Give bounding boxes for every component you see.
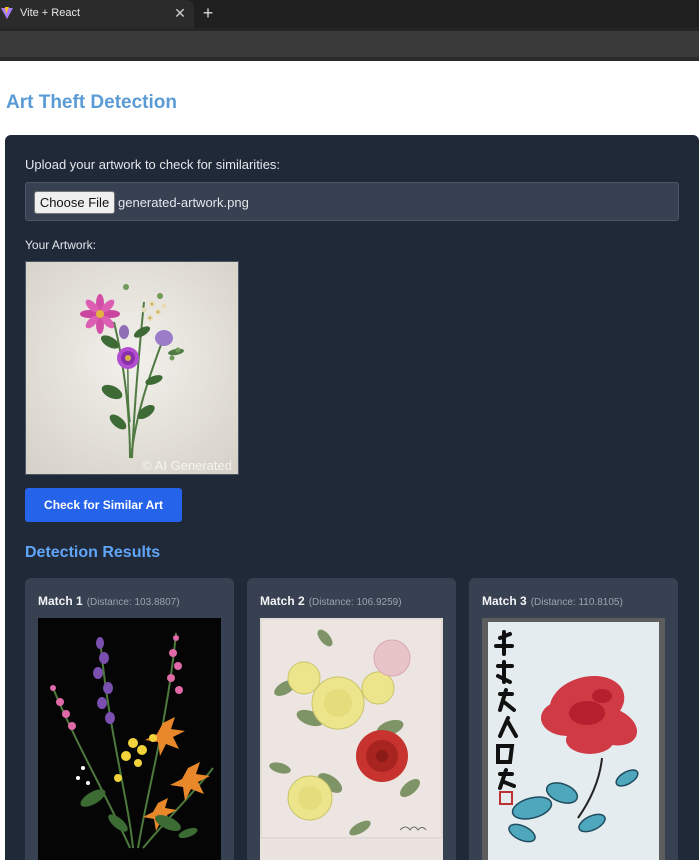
match-label: Match 1 [38,594,83,608]
vite-logo-icon [1,7,13,19]
your-artwork-label: Your Artwork: [25,238,96,252]
match-distance: (Distance: 110.8105) [530,597,623,608]
ai-watermark: © AI Generated [142,458,232,473]
match-label: Match 3 [482,594,527,608]
match-title-1: Match 1 (Distance: 103.8807) [38,594,180,608]
browser-tabbar: Vite + React ✕ + [0,0,699,28]
match-title-2: Match 2 (Distance: 106.9259) [260,594,402,608]
choose-file-button[interactable]: Choose File [34,191,115,214]
detection-panel: Upload your artwork to check for similar… [5,135,699,860]
file-input[interactable]: Choose File generated-artwork.png [25,182,679,221]
flower-bouquet-illustration [26,262,238,474]
match-distance: (Distance: 103.8807) [86,597,180,608]
toolbar-divider [0,57,699,61]
match-2-image [260,618,443,860]
match-card-3[interactable]: Match 3 (Distance: 110.8105) [469,578,678,860]
upload-label: Upload your artwork to check for similar… [25,157,281,172]
ink-peony-painting [482,618,665,860]
results-heading: Detection Results [25,544,161,561]
match-distance: (Distance: 106.9259) [308,597,402,608]
check-similar-art-button[interactable]: Check for Similar Art [25,488,182,522]
new-tab-icon[interactable]: + [200,3,216,23]
browser-toolbar [0,28,699,60]
dahlia-painting [260,618,443,860]
match-card-2[interactable]: Match 2 (Distance: 106.9259) [247,578,456,860]
tab-title: Vite + React [20,7,81,19]
uploaded-artwork-image: © AI Generated [25,261,239,475]
page-title: Art Theft Detection [6,92,177,113]
match-1-image [38,618,221,860]
selected-file-name: generated-artwork.png [118,195,249,210]
close-tab-icon[interactable]: ✕ [173,5,187,21]
match-title-3: Match 3 (Distance: 110.8105) [482,594,623,608]
match-label: Match 2 [260,594,305,608]
browser-tab[interactable]: Vite + React ✕ [0,0,194,28]
match-card-1[interactable]: Match 1 (Distance: 103.8807) [25,578,234,860]
dark-floral-painting [38,618,221,860]
match-3-image [482,618,665,860]
